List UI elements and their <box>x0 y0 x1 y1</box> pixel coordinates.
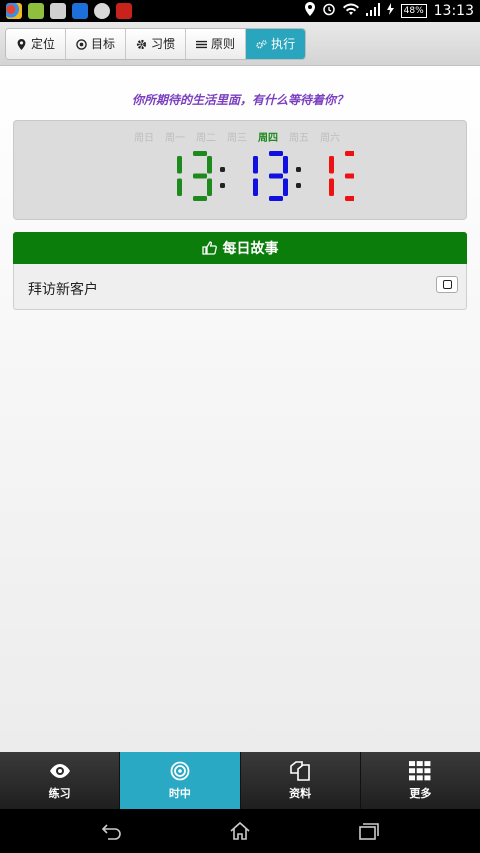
clock-seconds-digit-2 <box>345 151 364 201</box>
copy-icon <box>290 760 310 781</box>
headset-notification-icon <box>72 3 88 19</box>
status-indicators: 48% 13:13 <box>304 2 474 20</box>
tab-label: 目标 <box>91 37 116 51</box>
nav-materials[interactable]: 资料 <box>240 752 361 809</box>
status-bar: 48% 13:13 <box>0 0 480 22</box>
notification-icons <box>6 3 132 19</box>
location-icon <box>304 2 315 20</box>
top-toolbar: 定位 目标 习惯 原则 执行 <box>0 22 480 66</box>
clock-colon <box>220 167 225 188</box>
weekday-thu: 周四 <box>258 133 278 144</box>
list-icon <box>196 40 208 48</box>
clock-seconds-digit-1 <box>329 156 334 196</box>
location-pin-icon <box>17 38 26 50</box>
task-checkbox[interactable] <box>436 276 458 293</box>
target-icon <box>76 38 87 50</box>
tab-principles[interactable]: 原则 <box>186 29 247 59</box>
image-notification-icon <box>50 3 66 19</box>
clock-hours-digit-1 <box>177 156 182 196</box>
eye-icon <box>49 763 70 778</box>
weekday-row: 周日 周一 周二 周三 周四 周五 周六 <box>134 129 340 144</box>
nav-label: 资料 <box>289 786 312 800</box>
tab-goals[interactable]: 目标 <box>66 29 127 59</box>
weekday-sat: 周六 <box>320 133 340 144</box>
shop-notification-icon <box>116 3 132 19</box>
tab-positioning[interactable]: 定位 <box>6 29 67 59</box>
weekday-mon: 周一 <box>165 133 185 144</box>
clock-colon <box>296 167 301 188</box>
tab-habits[interactable]: 习惯 <box>126 29 187 59</box>
slogan-text: 你所期待的生活里面，有什么等待着你？ <box>131 93 348 107</box>
chat-notification-icon <box>28 3 44 19</box>
grid-icon <box>409 760 431 780</box>
main-content: 你所期待的生活里面，有什么等待着你？ 周日 周一 周二 周三 周四 周五 周六 … <box>0 66 480 752</box>
system-nav-bar <box>0 809 480 853</box>
digital-clock <box>154 151 364 207</box>
weekday-tue: 周二 <box>196 133 216 144</box>
tab-label: 定位 <box>31 37 56 51</box>
app-notification-icon <box>6 3 22 19</box>
weekday-wed: 周三 <box>227 133 247 144</box>
daily-story-label: 每日故事 <box>222 241 279 257</box>
tab-label: 执行 <box>271 37 296 51</box>
battery-level: 48% <box>400 4 427 18</box>
clock-minutes-digit-2 <box>269 151 288 201</box>
nav-more[interactable]: 更多 <box>360 752 480 809</box>
nav-label: 更多 <box>409 786 432 800</box>
bottom-nav: 练习 时中 资料 更多 <box>0 752 480 809</box>
task-label: 拜访新客户 <box>28 282 98 298</box>
alarm-icon <box>322 2 336 20</box>
hand-pointer-icon <box>201 241 217 255</box>
nav-practice[interactable]: 练习 <box>0 752 121 809</box>
tab-execute[interactable]: 执行 <box>246 29 306 59</box>
nav-timing[interactable]: 时中 <box>120 752 241 809</box>
weekday-fri: 周五 <box>289 133 309 144</box>
daily-story-button[interactable]: 每日故事 <box>13 232 467 264</box>
clock-minutes-digit-1 <box>253 156 258 196</box>
signal-icon <box>365 2 380 20</box>
status-time: 13:13 <box>433 3 474 19</box>
weather-notification-icon <box>94 3 110 19</box>
clock-hours-digit-2 <box>193 151 212 201</box>
gear-icon <box>136 39 147 49</box>
nav-label: 时中 <box>168 786 191 800</box>
recent-apps-icon[interactable] <box>358 821 380 841</box>
tab-label: 原则 <box>211 37 236 51</box>
wifi-icon <box>342 3 359 20</box>
back-icon[interactable] <box>101 821 123 841</box>
bullseye-icon <box>170 761 190 780</box>
tab-label: 习惯 <box>151 37 176 51</box>
nav-label: 练习 <box>48 786 71 800</box>
clock-digits <box>177 151 364 201</box>
weekday-sun: 周日 <box>134 133 154 144</box>
task-item[interactable]: 拜访新客户 <box>13 264 467 310</box>
mode-tabs: 定位 目标 习惯 原则 执行 <box>5 28 307 60</box>
clock-panel: 周日 周一 周二 周三 周四 周五 周六 <box>13 120 467 220</box>
charging-icon <box>386 3 394 19</box>
home-icon[interactable] <box>229 821 251 841</box>
cogs-icon <box>256 39 267 48</box>
